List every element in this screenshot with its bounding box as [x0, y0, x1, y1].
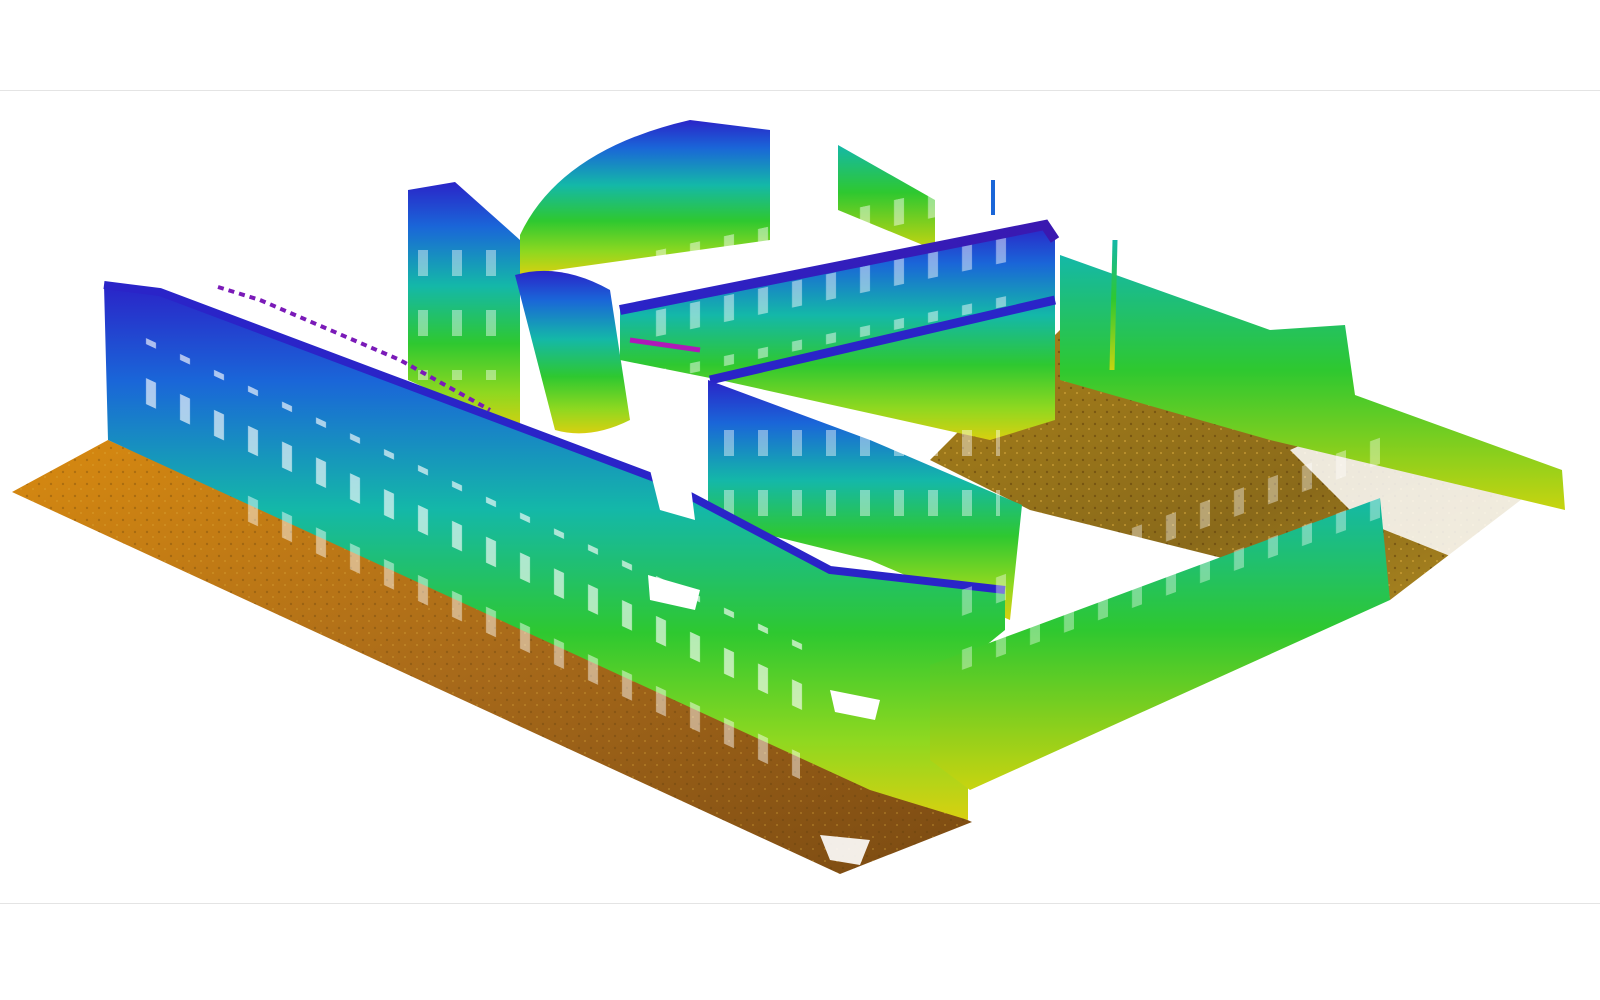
rear-left-block-windows — [412, 230, 512, 380]
middle-wing-windows — [720, 420, 1000, 530]
lamp-post-2 — [1109, 239, 1118, 371]
building-point-cloud-render — [12, 120, 1565, 874]
point-cloud-viewport — [0, 0, 1600, 1000]
corner-tower — [515, 270, 630, 434]
